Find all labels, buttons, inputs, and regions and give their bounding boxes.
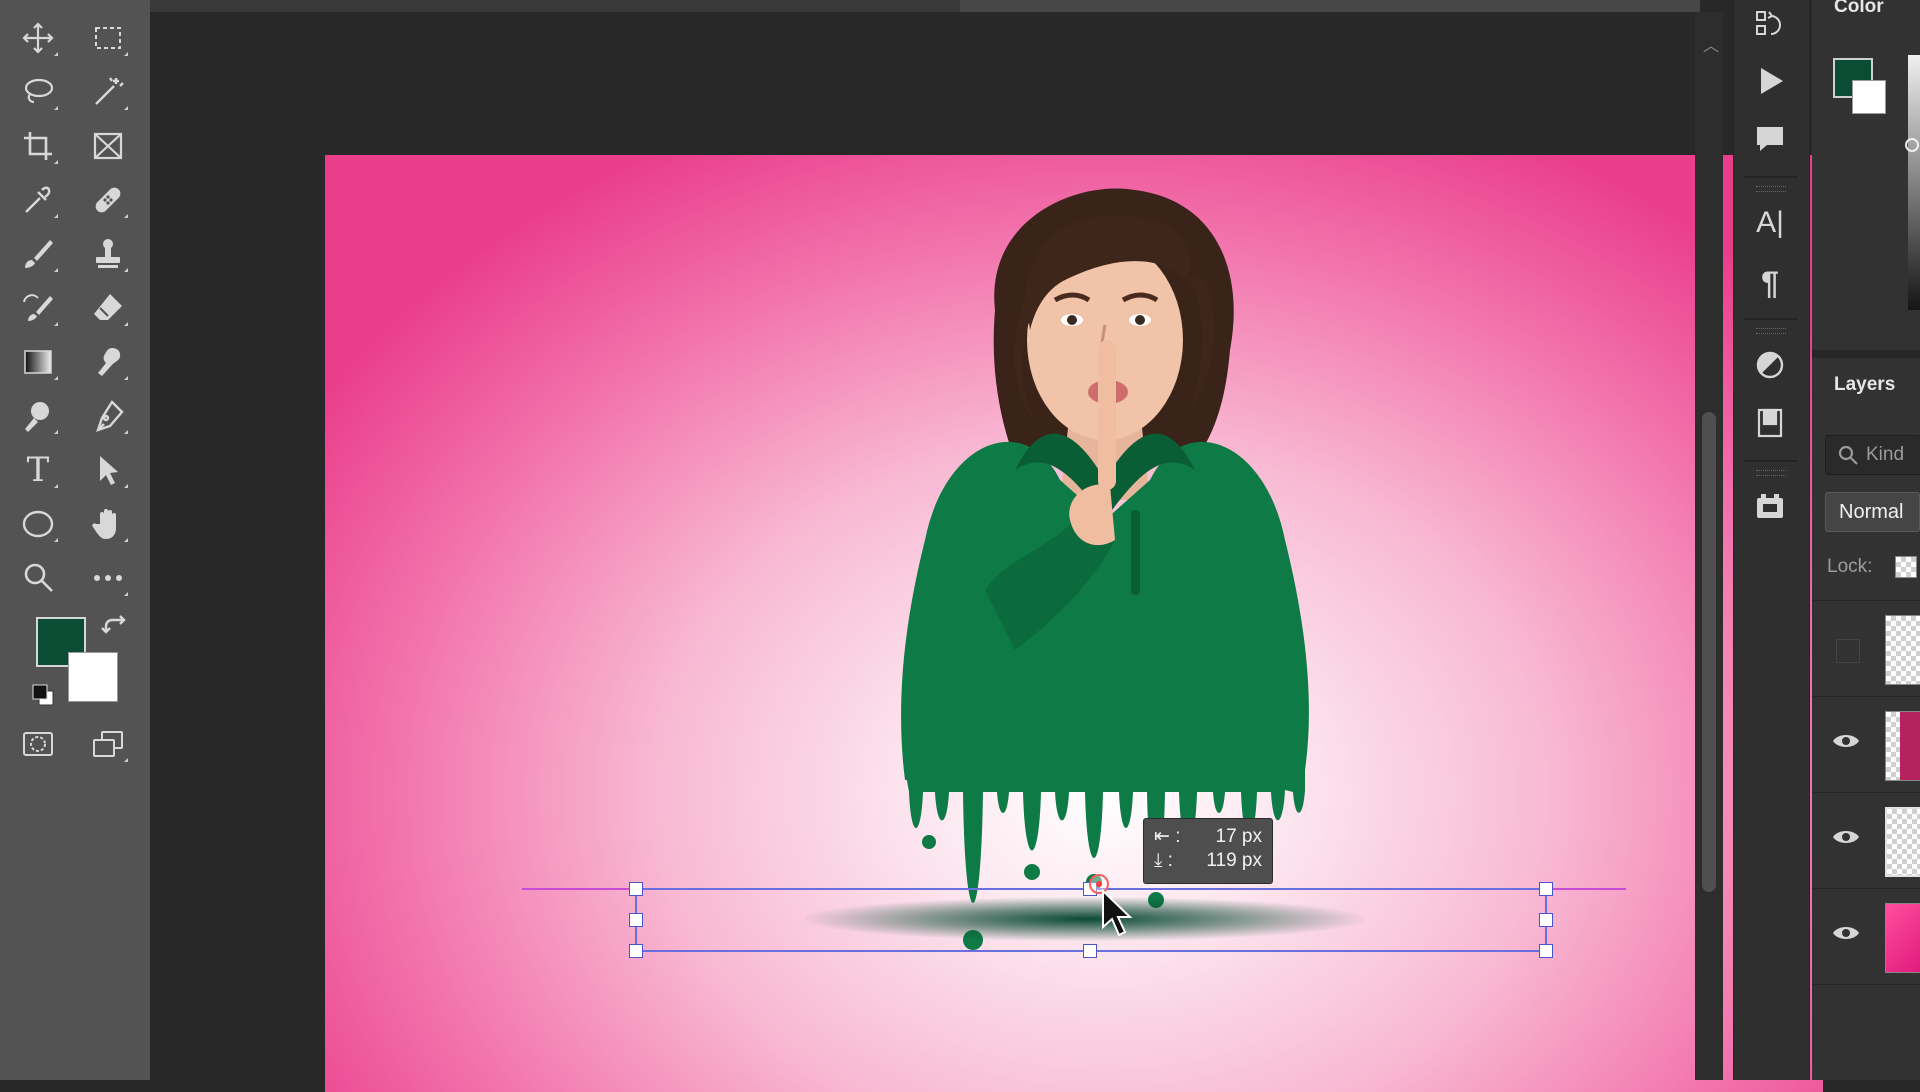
panel-divider bbox=[1812, 350, 1920, 358]
transform-handle-top-right[interactable] bbox=[1539, 882, 1553, 896]
swap-colors-icon[interactable] bbox=[100, 612, 130, 642]
libraries-panel-icon[interactable] bbox=[1747, 400, 1793, 446]
layer-row[interactable] bbox=[1812, 984, 1920, 1081]
character-panel-icon[interactable]: A| bbox=[1747, 200, 1793, 246]
frame-tool-icon[interactable] bbox=[84, 122, 132, 170]
lasso-tool-icon[interactable] bbox=[14, 68, 62, 116]
layer-thumbnail bbox=[1885, 615, 1920, 685]
scroll-up-arrow-icon[interactable]: ︿ bbox=[1703, 32, 1719, 56]
layer-thumbnail-selected bbox=[1885, 807, 1920, 877]
dock-grip[interactable] bbox=[1756, 186, 1786, 192]
canvas-area[interactable]: ⇤ : 17 px ⤓ : 119 px bbox=[150, 12, 1823, 1092]
vertical-offset-value: 119 px bbox=[1206, 850, 1262, 871]
move-distance-tooltip: ⇤ : 17 px ⤓ : 119 px bbox=[1143, 818, 1273, 884]
person-image bbox=[901, 188, 1309, 950]
smudge-tool-icon[interactable] bbox=[84, 338, 132, 386]
document-tab-strip bbox=[150, 0, 1700, 12]
hand-tool-icon[interactable] bbox=[84, 500, 132, 548]
lock-transparent-pixels-icon[interactable] bbox=[1895, 556, 1917, 578]
search-icon bbox=[1838, 445, 1858, 465]
screen-mode-icon[interactable] bbox=[84, 720, 132, 768]
transform-handle-bottom-right[interactable] bbox=[1539, 944, 1553, 958]
properties-panel-icon[interactable] bbox=[1747, 484, 1793, 530]
horizontal-offset-value: 17 px bbox=[1215, 826, 1262, 847]
move-tool-icon[interactable] bbox=[14, 14, 62, 62]
color-panel-title[interactable]: Color bbox=[1834, 0, 1884, 18]
layer-visibility-off[interactable] bbox=[1836, 639, 1860, 663]
layer-filter-placeholder: Kind bbox=[1866, 444, 1905, 465]
layers-panel-title[interactable]: Layers bbox=[1834, 374, 1895, 396]
gradient-tool-icon[interactable] bbox=[14, 338, 62, 386]
comments-panel-icon[interactable] bbox=[1747, 116, 1793, 162]
blend-mode-dropdown[interactable]: Normal bbox=[1825, 492, 1920, 532]
horizontal-offset-icon: ⇤ : bbox=[1154, 826, 1181, 847]
color-slider-knob[interactable] bbox=[1905, 138, 1919, 152]
dock-separator bbox=[1744, 176, 1798, 178]
transform-handle-bottom-center[interactable] bbox=[1083, 944, 1097, 958]
scrollbar-thumb[interactable] bbox=[1702, 412, 1716, 892]
transform-handle-middle-left[interactable] bbox=[629, 913, 643, 927]
color-panel-background-swatch[interactable] bbox=[1852, 80, 1886, 114]
type-tool-icon[interactable]: T bbox=[14, 446, 62, 494]
path-selection-icon[interactable] bbox=[84, 446, 132, 494]
document-canvas[interactable]: ⇤ : 17 px ⤓ : 119 px bbox=[325, 155, 1823, 1092]
adjustments-panel-icon[interactable] bbox=[1747, 342, 1793, 388]
transform-handle-bottom-left[interactable] bbox=[629, 944, 643, 958]
layer-thumbnail bbox=[1885, 711, 1920, 781]
document-tab[interactable] bbox=[960, 0, 1700, 12]
quick-mask-icon[interactable] bbox=[14, 720, 62, 768]
pen-tool-icon[interactable] bbox=[84, 392, 132, 440]
mouse-pointer-icon bbox=[1102, 889, 1133, 937]
dock-separator bbox=[1744, 318, 1798, 320]
history-brush-icon[interactable] bbox=[14, 284, 62, 332]
tools-panel: T bbox=[0, 0, 151, 1080]
default-colors-icon[interactable] bbox=[30, 682, 56, 708]
clone-stamp-icon[interactable] bbox=[84, 230, 132, 278]
healing-brush-icon[interactable] bbox=[84, 176, 132, 224]
layer-row[interactable] bbox=[1812, 600, 1920, 697]
layer-row[interactable] bbox=[1812, 888, 1920, 985]
color-value-slider[interactable] bbox=[1908, 55, 1920, 310]
marquee-tool-icon[interactable] bbox=[84, 14, 132, 62]
blend-mode-value: Normal bbox=[1839, 500, 1904, 523]
eyedropper-icon[interactable] bbox=[14, 176, 62, 224]
crop-tool-icon[interactable] bbox=[14, 122, 62, 170]
history-panel-icon[interactable] bbox=[1747, 2, 1793, 48]
zoom-tool-icon[interactable] bbox=[14, 554, 62, 602]
brush-tool-icon[interactable] bbox=[14, 230, 62, 278]
dodge-tool-icon[interactable] bbox=[14, 392, 62, 440]
transform-handle-top-left[interactable] bbox=[629, 882, 643, 896]
character-panel-glyph: A| bbox=[1756, 206, 1784, 239]
paragraph-panel-icon[interactable]: ¶ bbox=[1747, 260, 1793, 306]
eye-icon[interactable] bbox=[1832, 731, 1860, 751]
lock-label: Lock: bbox=[1827, 556, 1873, 577]
transform-handle-middle-right[interactable] bbox=[1539, 913, 1553, 927]
drop-shadow-ellipse bbox=[805, 897, 1365, 941]
paragraph-panel-glyph: ¶ bbox=[1761, 264, 1779, 301]
dock-grip[interactable] bbox=[1756, 470, 1786, 476]
layer-row[interactable] bbox=[1812, 696, 1920, 793]
type-tool-glyph: T bbox=[26, 450, 50, 490]
canvas-vertical-scrollbar[interactable]: ︿ bbox=[1695, 12, 1723, 1080]
background-color-swatch[interactable] bbox=[68, 652, 118, 702]
layer-row[interactable] bbox=[1812, 792, 1920, 889]
layer-thumbnail bbox=[1885, 903, 1920, 973]
dock-grip[interactable] bbox=[1756, 328, 1786, 334]
eye-icon[interactable] bbox=[1832, 827, 1860, 847]
collapsed-panels-dock: A| ¶ bbox=[1733, 0, 1810, 1080]
more-tools-icon[interactable] bbox=[84, 554, 132, 602]
eraser-icon[interactable] bbox=[84, 284, 132, 332]
dock-separator bbox=[1744, 460, 1798, 462]
layer-filter-kind[interactable]: Kind bbox=[1825, 435, 1920, 475]
eye-icon[interactable] bbox=[1832, 923, 1860, 943]
actions-play-icon[interactable] bbox=[1747, 58, 1793, 104]
ellipse-tool-icon[interactable] bbox=[14, 500, 62, 548]
vertical-offset-icon: ⤓ : bbox=[1154, 850, 1173, 871]
magic-wand-icon[interactable] bbox=[84, 68, 132, 116]
panels-column: Color Layers Kind Normal Lock: bbox=[1812, 0, 1920, 1080]
